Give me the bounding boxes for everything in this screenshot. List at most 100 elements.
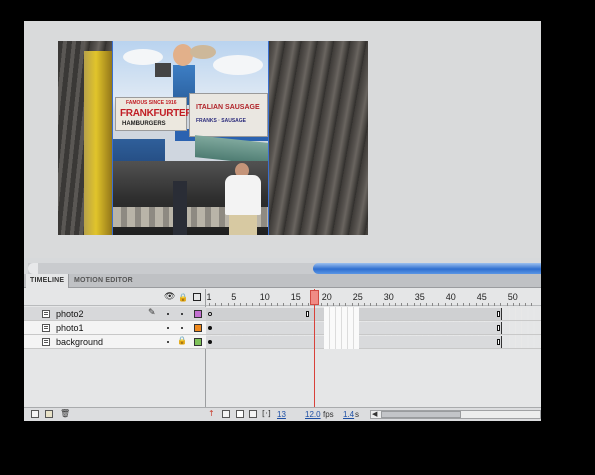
layer-name[interactable]: background xyxy=(56,336,103,348)
timeline-scroll-thumb[interactable] xyxy=(381,411,461,418)
ruler-tick xyxy=(469,303,471,306)
ruler-tick xyxy=(419,303,421,306)
elapsed-time-value[interactable]: 1.4 xyxy=(343,410,354,419)
stage-horizontal-scrollbar[interactable] xyxy=(28,263,541,274)
ruler-tick xyxy=(357,303,359,306)
modify-markers-icon[interactable]: [·] xyxy=(262,409,271,418)
hamburgers-text: HAMBURGERS xyxy=(122,121,166,127)
ruler-label: 35 xyxy=(414,292,425,302)
frankfurters-text: FRANKFURTERS xyxy=(120,108,199,119)
end-frame-marker[interactable] xyxy=(497,311,500,317)
visibility-toggle[interactable] xyxy=(167,341,169,343)
ruler-tick xyxy=(382,303,384,306)
lock-toggle[interactable] xyxy=(181,313,183,315)
onion-skin-icon[interactable] xyxy=(222,410,230,418)
layer-color-swatch[interactable] xyxy=(194,310,202,318)
ruler-tick xyxy=(519,303,520,306)
frankfurters-sign: FAMOUS SINCE 1916 FRANKFURTERS HAMBURGER… xyxy=(115,97,199,131)
photo2-image[interactable]: FAMOUS SINCE 1916 FRANKFURTERS HAMBURGER… xyxy=(112,41,269,235)
ruler-tick xyxy=(277,303,279,306)
stage-canvas[interactable]: FAMOUS SINCE 1916 FRANKFURTERS HAMBURGER… xyxy=(58,41,368,235)
ruler-tick xyxy=(289,303,291,306)
man-pants xyxy=(229,215,257,235)
new-folder-icon[interactable] xyxy=(45,410,53,418)
edit-multiple-frames-icon[interactable] xyxy=(249,410,257,418)
ruler-tick xyxy=(450,303,452,306)
onion-skin-outline-icon[interactable] xyxy=(236,410,244,418)
ruler-tick xyxy=(264,303,266,306)
eye-icon[interactable]: 👁 xyxy=(164,293,175,302)
end-frame-marker[interactable] xyxy=(497,339,500,345)
ruler-tick xyxy=(500,303,502,306)
lock-icon[interactable]: 🔒 xyxy=(177,336,187,345)
scrollbar-left-cap[interactable] xyxy=(28,263,38,274)
ruler-tick xyxy=(339,303,341,306)
ruler-tick xyxy=(432,303,434,306)
ruler-label: 25 xyxy=(352,292,363,302)
frame-ruler[interactable]: 1 5 10 15 20 25 30 35 40 45 50 xyxy=(206,289,541,306)
ruler-label: 30 xyxy=(383,292,394,302)
end-frame-marker[interactable] xyxy=(497,325,500,331)
tab-motion-editor[interactable]: MOTION EDITOR xyxy=(70,274,137,288)
current-frame[interactable]: 13 xyxy=(277,410,286,419)
lock-icon[interactable]: 🔒 xyxy=(178,293,188,302)
layer-name[interactable]: photo2 xyxy=(56,308,84,320)
ruler-tick xyxy=(209,303,210,306)
layer-type-icon xyxy=(42,324,50,332)
famous-text: FAMOUS SINCE 1916 xyxy=(126,100,177,106)
layer-row[interactable]: photo1 xyxy=(24,321,206,335)
man-shirt xyxy=(225,175,261,215)
ruler-tick xyxy=(271,303,272,306)
scroll-left-arrow-icon[interactable]: ◀ xyxy=(372,410,377,418)
ruler-tick xyxy=(258,303,260,306)
keyframe[interactable] xyxy=(306,311,309,317)
ruler-tick xyxy=(320,303,322,306)
ruler-label: 45 xyxy=(476,292,487,302)
playhead-line[interactable] xyxy=(314,289,316,409)
layer-color-swatch[interactable] xyxy=(194,324,202,332)
frame-grid-empty xyxy=(324,307,359,349)
ruler-tick xyxy=(481,303,483,306)
frame-rate-unit: fps xyxy=(323,410,334,419)
ruler-tick xyxy=(302,303,303,306)
keyframe[interactable] xyxy=(208,340,212,344)
center-frame-icon[interactable]: ↑ xyxy=(208,409,215,418)
layer-name[interactable]: photo1 xyxy=(56,322,84,334)
italian-sausage-sign: ITALIAN SAUSAGE FRANKS · SAUSAGE xyxy=(189,93,268,137)
ruler-tick xyxy=(463,303,465,306)
outline-icon[interactable] xyxy=(193,293,201,301)
layer-color-swatch[interactable] xyxy=(194,338,202,346)
ruler-tick xyxy=(233,303,235,306)
lock-toggle[interactable] xyxy=(181,327,183,329)
new-layer-icon[interactable] xyxy=(31,410,39,418)
ruler-tick xyxy=(401,303,403,306)
ruler-label: 20 xyxy=(321,292,332,302)
keyframe[interactable] xyxy=(208,312,212,316)
frame-row[interactable] xyxy=(206,321,541,335)
flash-application: FAMOUS SINCE 1916 FRANKFURTERS HAMBURGER… xyxy=(24,21,541,421)
layer-row[interactable]: photo2 ✎ xyxy=(24,307,206,321)
visibility-toggle[interactable] xyxy=(167,327,169,329)
stage-area: FAMOUS SINCE 1916 FRANKFURTERS HAMBURGER… xyxy=(24,21,541,258)
ruler-tick xyxy=(240,303,241,306)
ruler-tick xyxy=(531,303,533,306)
scrollbar-thumb[interactable] xyxy=(313,263,541,274)
playhead-handle[interactable] xyxy=(310,290,320,305)
frame-row[interactable] xyxy=(206,307,541,321)
timeline-panel: TIMELINE MOTION EDITOR 👁 🔒 1 5 10 15 20 25 30 3… xyxy=(24,274,541,421)
ruler-tick xyxy=(488,303,489,306)
ruler-tick xyxy=(221,303,223,306)
boardwalk-planks xyxy=(58,41,84,235)
ruler-tick xyxy=(457,303,458,306)
layer-row[interactable]: background 🔒 xyxy=(24,335,206,349)
visibility-toggle[interactable] xyxy=(167,313,169,315)
trash-icon[interactable]: 🗑 xyxy=(60,409,70,418)
frame-row[interactable] xyxy=(206,335,541,349)
frame-grid[interactable] xyxy=(206,307,541,349)
keyframe[interactable] xyxy=(208,326,212,330)
tab-timeline[interactable]: TIMELINE xyxy=(26,274,70,288)
timeline-header: 👁 🔒 1 5 10 15 20 25 30 35 40 45 50 xyxy=(24,289,541,306)
timeline-horizontal-scrollbar[interactable]: ◀ xyxy=(370,410,541,419)
frame-rate-value[interactable]: 12.0 xyxy=(305,410,321,419)
ruler-tick xyxy=(227,303,229,306)
